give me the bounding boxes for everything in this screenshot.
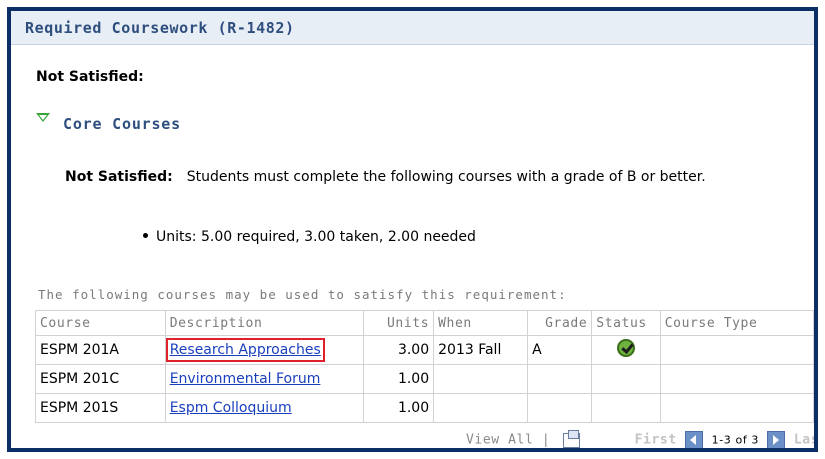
course-status [591, 364, 661, 394]
course-when: 2013 Fall [433, 335, 529, 365]
table-row: ESPM 201S Espm Colloquium 1.00 [35, 393, 814, 423]
table-navigation: View All | First 1-3 of 3 Last [466, 429, 814, 448]
requirement-status-label: Not Satisfied: [65, 169, 173, 185]
course-when [433, 364, 529, 394]
column-header-course-type: Course Type [659, 310, 814, 336]
courses-intro-text: The following courses may be used to sat… [38, 287, 567, 302]
previous-arrow-icon[interactable] [685, 431, 704, 448]
table-row: ESPM 201A Research Approaches 3.00 2013 … [35, 335, 814, 365]
table-row: ESPM 201C Environmental Forum 1.00 [35, 364, 814, 394]
view-all-link[interactable]: View All [466, 433, 533, 448]
top-status-label: Not Satisfied: [36, 69, 144, 85]
check-icon [616, 339, 635, 357]
column-header-course: Course [35, 310, 166, 336]
course-units: 1.00 [363, 393, 435, 423]
course-code: ESPM 201C [35, 364, 166, 394]
column-header-description: Description [164, 310, 365, 336]
course-type [659, 393, 814, 423]
course-grade [527, 393, 593, 423]
bullet-dot-icon [143, 232, 148, 238]
course-grade: A [527, 335, 593, 365]
course-type [659, 364, 814, 394]
column-header-units: Units [363, 310, 435, 336]
course-when [433, 393, 529, 423]
nav-separator: | [541, 432, 551, 448]
column-header-status: Status [591, 310, 661, 336]
next-arrow-icon[interactable] [767, 431, 786, 448]
course-grade [527, 364, 593, 394]
last-link[interactable]: Last [794, 433, 814, 448]
course-code: ESPM 201A [35, 335, 166, 365]
course-link-environmental-forum[interactable]: Environmental Forum [170, 371, 321, 387]
courses-table: Course Description Units When Grade Stat… [35, 310, 814, 423]
section-title-core-courses[interactable]: Core Courses [63, 115, 181, 133]
units-summary: Units: 5.00 required, 3.00 taken, 2.00 n… [143, 229, 476, 245]
requirement-panel: Required Coursework (R-1482) Not Satisfi… [7, 7, 818, 452]
first-link[interactable]: First [635, 433, 677, 448]
course-units: 1.00 [363, 364, 435, 394]
column-header-grade: Grade [527, 310, 593, 336]
row-range: 1-3 of 3 [711, 433, 759, 447]
course-link-espm-colloquium[interactable]: Espm Colloquium [170, 400, 292, 416]
panel-header: Required Coursework (R-1482) [11, 11, 814, 45]
panel-title: Required Coursework (R-1482) [25, 19, 295, 37]
course-status [591, 393, 661, 423]
course-code: ESPM 201S [35, 393, 166, 423]
course-link-research-approaches[interactable]: Research Approaches [165, 338, 325, 362]
course-type [659, 335, 814, 365]
course-units: 3.00 [363, 335, 435, 365]
requirement-text: Students must complete the following cou… [186, 169, 706, 185]
requirement-description: Not Satisfied: Students must complete the… [65, 169, 706, 185]
new-window-icon[interactable] [562, 429, 580, 448]
units-summary-text: Units: 5.00 required, 3.00 taken, 2.00 n… [156, 229, 476, 245]
column-header-when: When [433, 310, 529, 336]
